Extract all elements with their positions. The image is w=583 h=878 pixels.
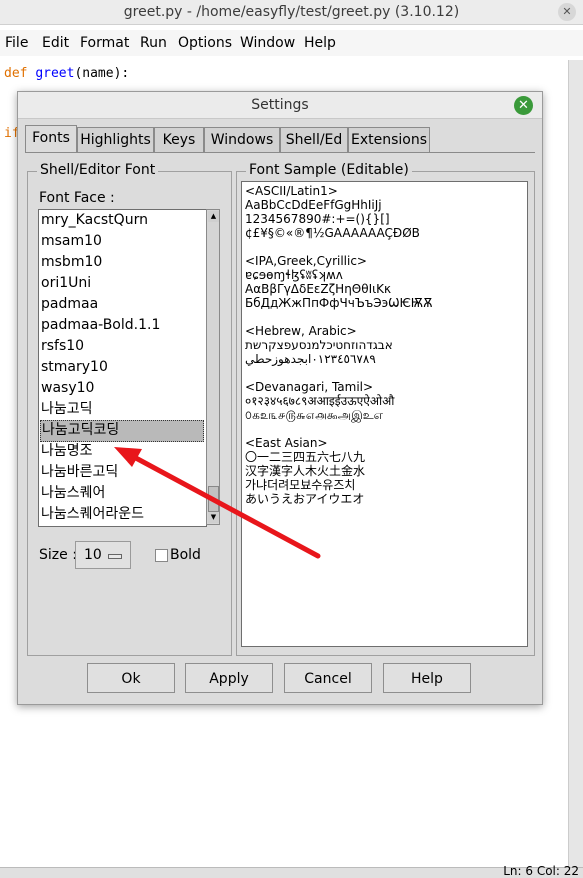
annotation-arrow (114, 447, 321, 559)
